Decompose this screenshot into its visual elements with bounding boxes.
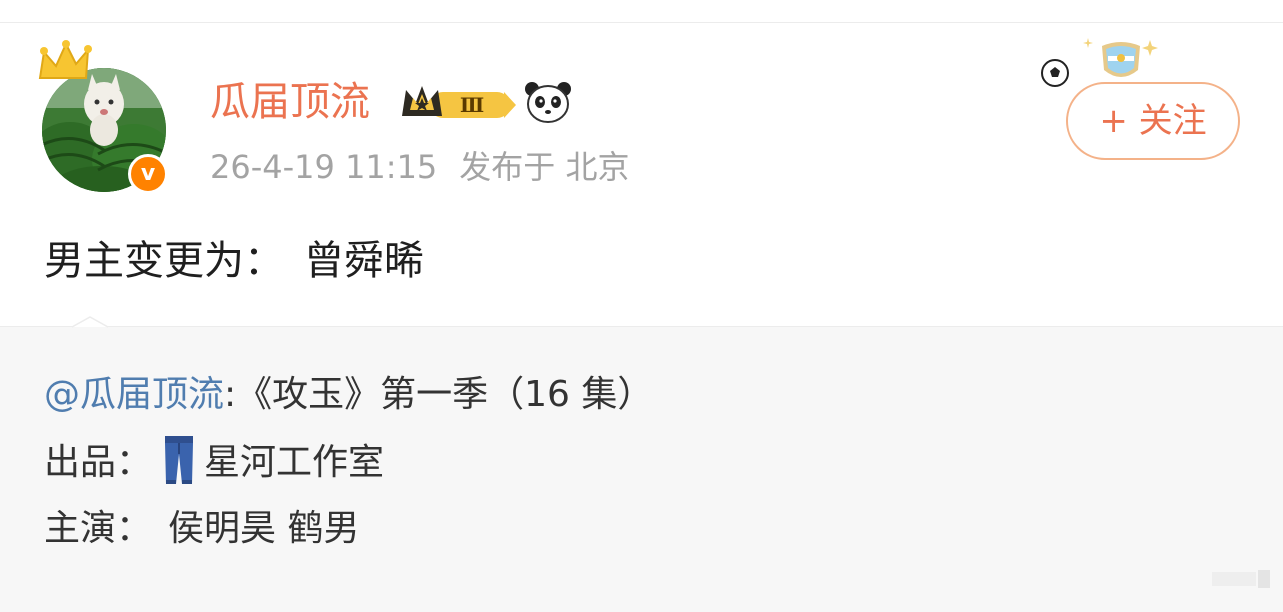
follow-button[interactable]: + 关注 [1066, 82, 1240, 160]
repost-producer-line: 出品： 星河工作室 [44, 436, 385, 490]
post-timestamp: 26-4-19 11:15 [210, 148, 438, 186]
post-text: 男主变更为： 曾舜晞 [44, 234, 424, 288]
repost-cast-line: 主演： 侯明昊 鹤男 [44, 504, 359, 554]
post-meta: 26-4-19 11:15 发布于 北京 [210, 146, 629, 188]
producer-value: 星河工作室 [204, 442, 385, 483]
vip-crown-badge-icon[interactable]: Ⅲ [400, 84, 516, 124]
repost-title: :《攻玉》第一季（16 集） [224, 374, 654, 415]
vip-level-text: Ⅲ [460, 93, 484, 117]
panda-icon [525, 82, 571, 123]
post-location: 发布于 北京 [459, 148, 630, 186]
shield-badge-icon [1083, 38, 1158, 77]
repost-title-line: @瓜届顶流:《攻玉》第一季（16 集） [44, 370, 653, 420]
avatar-container[interactable]: v [36, 40, 176, 198]
jeans-icon [165, 436, 194, 484]
repost-pointer [71, 316, 109, 328]
username-link[interactable]: 瓜届顶流 [210, 76, 370, 128]
cast-value: 侯明昊 鹤男 [168, 508, 360, 549]
producer-label: 出品： [44, 442, 153, 483]
verified-badge-icon: v [128, 154, 168, 194]
crown-icon [38, 40, 92, 79]
post-text-label: 男主变更为： [44, 238, 284, 284]
cast-label: 主演： [44, 508, 153, 549]
mention-link[interactable]: @瓜届顶流 [44, 374, 224, 415]
post-text-value: 曾舜晞 [304, 238, 424, 284]
top-divider [0, 22, 1283, 23]
weibo-post: v 瓜届顶流 Ⅲ 26-4-19 11:15 发布于 北京 + 关注 男主变更为… [0, 0, 1283, 612]
soccer-ball-icon [1041, 59, 1069, 87]
watermark-mark [1212, 570, 1270, 588]
